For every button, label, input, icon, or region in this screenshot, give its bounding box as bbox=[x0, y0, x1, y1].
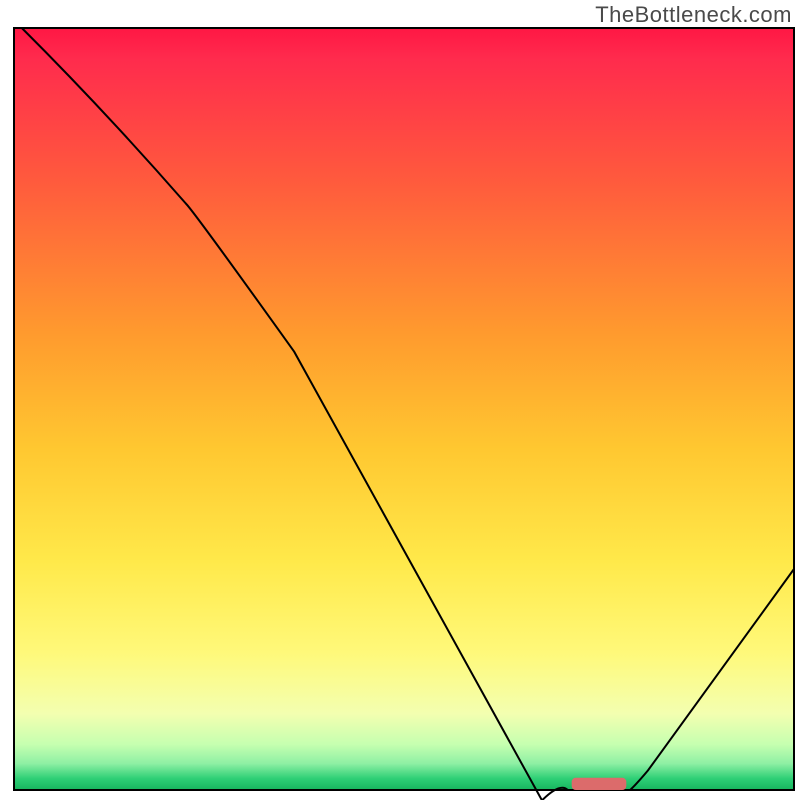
bottleneck-chart: TheBottleneck.com bbox=[0, 0, 800, 800]
chart-svg bbox=[0, 0, 800, 800]
watermark-text: TheBottleneck.com bbox=[595, 2, 792, 28]
optimal-zone-marker bbox=[572, 778, 627, 790]
